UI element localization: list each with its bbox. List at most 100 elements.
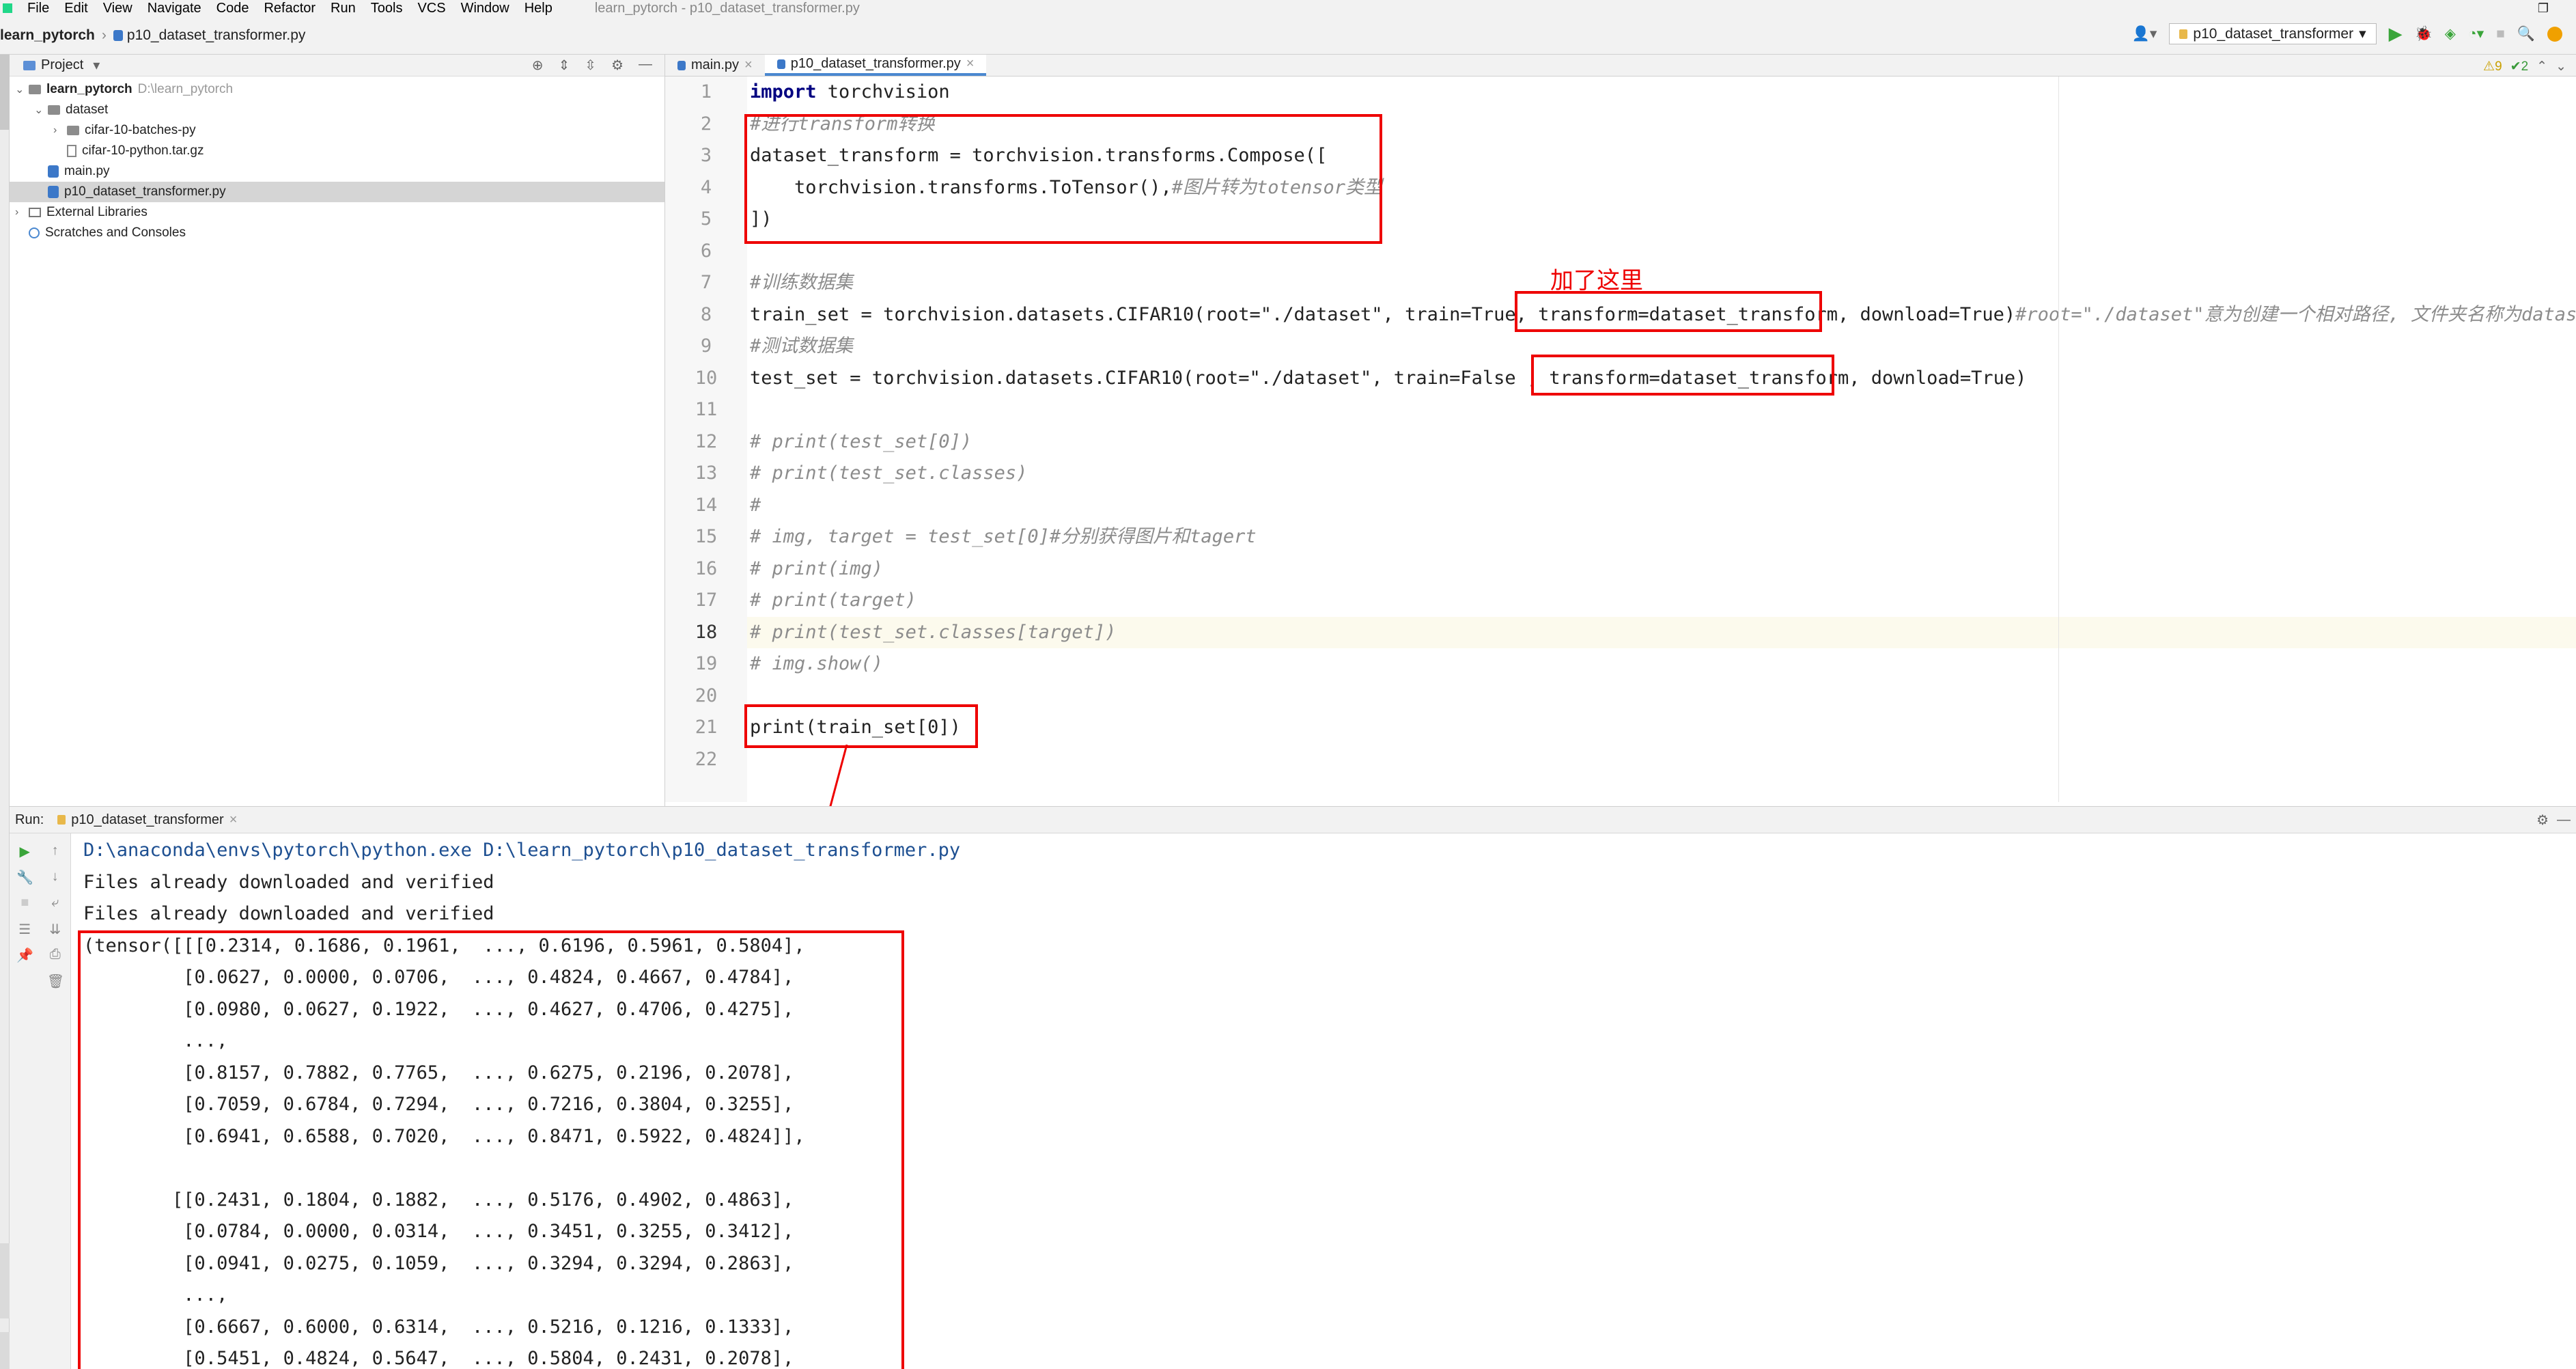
up-arrow-icon[interactable]: ↑ bbox=[47, 843, 64, 859]
line-number: 8 bbox=[700, 303, 712, 325]
line-number: 7 bbox=[700, 272, 712, 293]
chevron-down-icon[interactable]: ▾ bbox=[93, 57, 100, 74]
code-line[interactable]: # bbox=[747, 490, 2576, 522]
tree-item-label: cifar-10-batches-py bbox=[85, 123, 196, 137]
menu-vcs[interactable]: VCS bbox=[417, 1, 445, 16]
print-icon[interactable]: ⎙ bbox=[47, 947, 64, 963]
code-line[interactable]: # print(test_set[0]) bbox=[747, 426, 2576, 458]
restore-window-icon[interactable]: ❐ bbox=[2538, 1, 2549, 16]
profile-icon[interactable]: ◔▾ bbox=[2468, 25, 2484, 42]
menu-window[interactable]: Window bbox=[461, 1, 509, 16]
tree-item-cifar-batches[interactable]: › cifar-10-batches-py bbox=[10, 120, 664, 141]
run-config-label: p10_dataset_transformer bbox=[2193, 25, 2354, 42]
menu-tools[interactable]: Tools bbox=[371, 1, 403, 16]
stop-icon[interactable]: ■ bbox=[16, 895, 33, 911]
trash-icon[interactable]: 🗑 bbox=[47, 973, 64, 989]
code-editor[interactable]: import torchvision #进行transform转换 datase… bbox=[744, 77, 2576, 802]
run-config-select[interactable]: p10_dataset_transformer ▾ bbox=[2169, 23, 2377, 44]
chevron-down-icon: ▾ bbox=[2359, 26, 2366, 42]
tree-item-label: Scratches and Consoles bbox=[45, 225, 186, 240]
tree-item-scratches[interactable]: Scratches and Consoles bbox=[10, 223, 664, 243]
code-line[interactable]: # img.show() bbox=[747, 648, 2576, 680]
tree-item-dataset[interactable]: ⌄ dataset bbox=[10, 100, 664, 120]
tree-item-p10-py[interactable]: p10_dataset_transformer.py bbox=[10, 182, 664, 202]
structure-tool-tab[interactable] bbox=[0, 1243, 10, 1318]
menu-edit[interactable]: Edit bbox=[64, 1, 87, 16]
chevron-down-icon[interactable]: ⌄ bbox=[34, 103, 48, 117]
python-file-icon bbox=[677, 60, 686, 70]
code-comment: # print(test_set.classes[target]) bbox=[750, 621, 1117, 643]
stop-icon[interactable]: ■ bbox=[2496, 26, 2505, 42]
layout-icon[interactable]: ☰ bbox=[16, 921, 33, 937]
run-icon[interactable]: ▶ bbox=[2389, 23, 2403, 44]
bookmarks-tool-tab[interactable] bbox=[0, 1332, 10, 1369]
chevron-down-icon[interactable]: ⌄ bbox=[15, 83, 29, 96]
project-tool-tab[interactable] bbox=[0, 55, 10, 130]
user-icon[interactable]: 👤▾ bbox=[2132, 25, 2157, 42]
debug-icon[interactable]: 🐞 bbox=[2415, 26, 2433, 42]
expand-all-icon[interactable]: ⇕ bbox=[559, 57, 570, 74]
gear-icon[interactable]: ⚙ bbox=[611, 57, 624, 74]
scroll-to-end-icon[interactable]: ⇊ bbox=[47, 921, 64, 937]
locate-icon[interactable]: ⊕ bbox=[532, 57, 544, 74]
console-line: Files already downloaded and verified bbox=[83, 903, 494, 924]
gear-icon[interactable]: ⚙ bbox=[2536, 812, 2549, 829]
update-icon[interactable] bbox=[2547, 26, 2562, 42]
code-line[interactable]: # print(target) bbox=[747, 585, 2576, 617]
line-number: 2 bbox=[700, 113, 712, 135]
chevron-up-icon[interactable]: ⌃ bbox=[2536, 59, 2547, 74]
menu-view[interactable]: View bbox=[103, 1, 132, 16]
wrench-icon[interactable]: 🔧 bbox=[16, 869, 33, 885]
chevron-down-icon[interactable]: ⌄ bbox=[2556, 59, 2566, 74]
collapse-all-icon[interactable]: ⇳ bbox=[585, 57, 596, 74]
minimize-icon[interactable]: — bbox=[639, 57, 652, 74]
code-line[interactable] bbox=[747, 744, 2576, 776]
code-line[interactable]: # print(test_set.classes) bbox=[747, 458, 2576, 490]
code-line[interactable] bbox=[747, 394, 2576, 426]
code-line[interactable] bbox=[747, 680, 2576, 713]
chevron-right-icon[interactable]: › bbox=[53, 124, 67, 137]
code-line[interactable]: import torchvision bbox=[747, 77, 2576, 109]
tree-item-cifar-archive[interactable]: cifar-10-python.tar.gz bbox=[10, 141, 664, 161]
right-margin-guide bbox=[2058, 77, 2059, 802]
tab-label: main.py bbox=[691, 57, 740, 72]
menu-file[interactable]: File bbox=[27, 1, 49, 16]
code-comment: # print(img) bbox=[750, 557, 884, 579]
coverage-icon[interactable]: ◈ bbox=[2445, 25, 2456, 42]
code-line[interactable]: # print(img) bbox=[747, 553, 2576, 585]
tree-item-root[interactable]: ⌄ learn_pytorch D:\learn_pytorch bbox=[10, 79, 664, 100]
checks-indicator[interactable]: ✔2 bbox=[2510, 59, 2529, 74]
menu-help[interactable]: Help bbox=[524, 1, 552, 16]
search-icon[interactable]: 🔍 bbox=[2517, 26, 2535, 42]
code-line-current[interactable]: # print(test_set.classes[target]) bbox=[747, 616, 2576, 648]
close-icon[interactable]: × bbox=[229, 812, 238, 828]
project-panel-title[interactable]: Project bbox=[41, 57, 83, 73]
tab-main-py[interactable]: main.py × bbox=[665, 55, 765, 76]
menu-navigate[interactable]: Navigate bbox=[148, 1, 201, 16]
tab-p10-dataset-transformer[interactable]: p10_dataset_transformer.py × bbox=[764, 55, 987, 76]
code-line[interactable]: # img, target = test_set[0]#分别获得图片和tager… bbox=[747, 521, 2576, 553]
rerun-icon[interactable]: ▶ bbox=[16, 843, 33, 859]
close-icon[interactable]: × bbox=[966, 56, 975, 72]
chevron-right-icon[interactable]: › bbox=[15, 206, 29, 219]
warnings-indicator[interactable]: ⚠9 bbox=[2483, 59, 2502, 74]
soft-wrap-icon[interactable]: ⤶ bbox=[47, 895, 64, 911]
close-icon[interactable]: × bbox=[744, 57, 753, 73]
tree-item-external-libraries[interactable]: › External Libraries bbox=[10, 202, 664, 223]
run-tab-label[interactable]: p10_dataset_transformer bbox=[71, 812, 223, 828]
menu-run[interactable]: Run bbox=[331, 1, 356, 16]
menu-refactor[interactable]: Refactor bbox=[264, 1, 316, 16]
code-text: torchvision bbox=[816, 81, 950, 102]
minimize-icon[interactable]: — bbox=[2557, 812, 2571, 828]
line-number: 5 bbox=[700, 208, 712, 230]
python-config-icon bbox=[57, 815, 66, 825]
pin-icon[interactable]: 📌 bbox=[16, 947, 33, 963]
down-arrow-icon[interactable]: ↓ bbox=[47, 869, 64, 885]
menu-code[interactable]: Code bbox=[216, 1, 249, 16]
tree-item-main-py[interactable]: main.py bbox=[10, 161, 664, 182]
breadcrumb-file[interactable]: p10_dataset_transformer.py bbox=[127, 27, 306, 44]
code-line[interactable]: print(train_set[0]) bbox=[747, 712, 2576, 744]
tree-item-label: dataset bbox=[66, 102, 109, 117]
breadcrumb-project[interactable]: learn_pytorch bbox=[0, 27, 95, 44]
run-console[interactable]: D:\anaconda\envs\pytorch\python.exe D:\l… bbox=[71, 833, 2576, 1369]
